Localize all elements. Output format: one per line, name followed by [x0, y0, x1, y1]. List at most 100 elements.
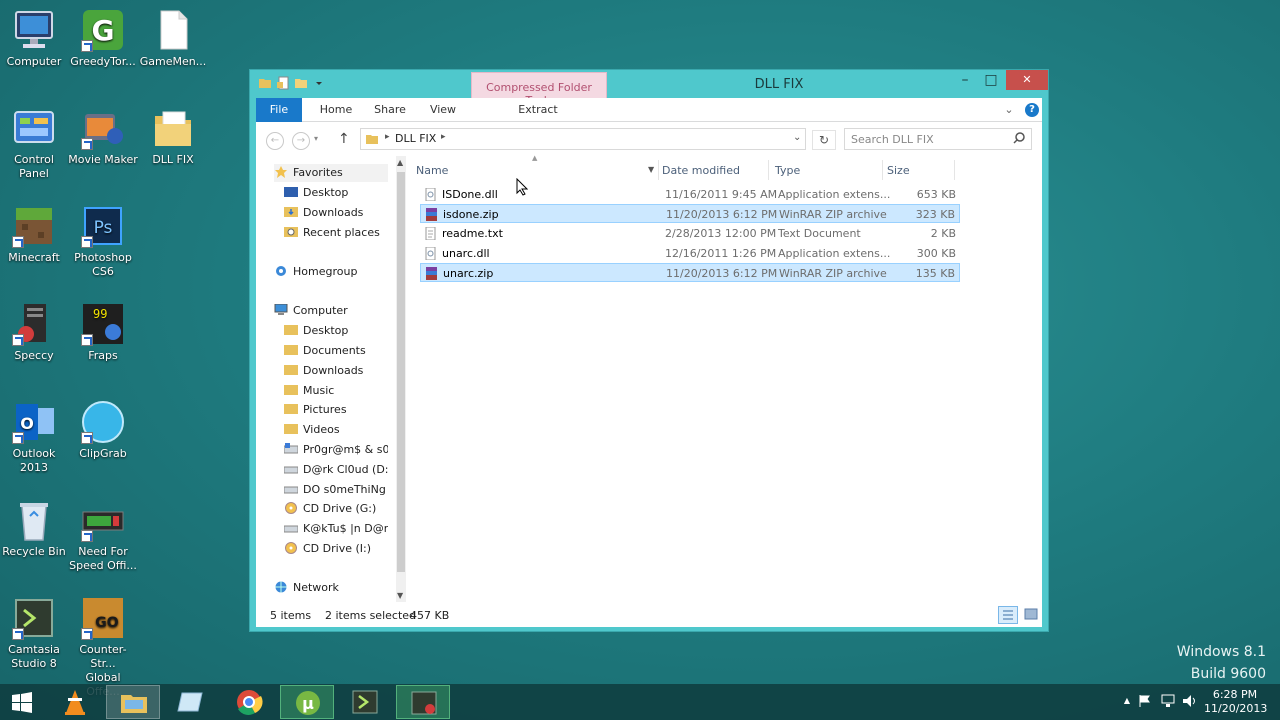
- pictures-folder-icon: [284, 403, 298, 415]
- desktop-icon-dll-fix[interactable]: DLL FIX: [138, 106, 208, 167]
- column-header-size[interactable]: Size: [887, 160, 947, 182]
- scroll-thumb[interactable]: [397, 172, 405, 572]
- breadcrumb-chevron-icon[interactable]: ▸: [441, 132, 446, 142]
- desktop-icon-need-for-speed[interactable]: Need For Speed Offi...: [68, 498, 138, 573]
- expand-ribbon-chevron-icon[interactable]: ⌄: [1000, 98, 1018, 122]
- nav-network[interactable]: Network: [274, 579, 339, 597]
- file-row[interactable]: readme.txt 2/28/2013 12:00 PM Text Docum…: [420, 224, 960, 243]
- search-icon[interactable]: [1013, 132, 1025, 147]
- taskbar-app-button[interactable]: [164, 685, 218, 719]
- nav-computer-desktop[interactable]: Desktop: [284, 322, 348, 340]
- column-dropdown-icon[interactable]: ▼: [648, 165, 654, 174]
- nav-cd-drive[interactable]: CD Drive (I:): [284, 540, 371, 558]
- nav-drive[interactable]: DO s0meThiNg (: [284, 481, 388, 499]
- nav-pictures[interactable]: Pictures: [284, 401, 347, 419]
- tab-extract[interactable]: Extract: [518, 98, 558, 122]
- tab-home[interactable]: Home: [314, 98, 358, 122]
- column-header-name[interactable]: Name: [416, 160, 656, 182]
- nav-computer-downloads[interactable]: Downloads: [284, 362, 363, 380]
- nav-scrollbar[interactable]: ▲ ▼: [396, 156, 406, 602]
- details-view-icon[interactable]: [998, 606, 1018, 624]
- address-dropdown-icon[interactable]: ⌄: [793, 132, 801, 143]
- tab-view[interactable]: View: [422, 98, 464, 122]
- title-bar[interactable]: Compressed Folder Tools DLL FIX – □ ✕: [250, 70, 1048, 122]
- back-button[interactable]: ←: [266, 132, 284, 150]
- desktop-icon-speccy[interactable]: Speccy: [0, 302, 69, 363]
- taskbar-vlc-button[interactable]: [48, 685, 102, 719]
- nav-cd-drive[interactable]: CD Drive (G:): [284, 500, 376, 518]
- large-icons-view-icon[interactable]: [1022, 606, 1040, 624]
- column-separator[interactable]: [882, 160, 883, 180]
- desktop-icon-clipgrab[interactable]: ClipGrab: [68, 400, 138, 461]
- desktop-icon-camtasia[interactable]: Camtasia Studio 8: [0, 596, 69, 671]
- desktop-icon-photoshop[interactable]: Ps Photoshop CS6: [68, 204, 138, 279]
- nav-recent-places[interactable]: Recent places: [284, 224, 380, 242]
- address-box[interactable]: ▸ DLL FIX ▸ ⌄: [360, 128, 806, 150]
- nav-favorites[interactable]: Favorites: [274, 164, 388, 182]
- column-header-type[interactable]: Type: [775, 160, 885, 182]
- nav-desktop[interactable]: Desktop: [284, 184, 348, 202]
- maximize-button[interactable]: □: [978, 70, 1004, 90]
- close-button[interactable]: ✕: [1006, 70, 1048, 90]
- breadcrumb-chevron-icon[interactable]: ▸: [385, 132, 390, 142]
- taskbar-camtasia-button[interactable]: [338, 685, 392, 719]
- nav-homegroup[interactable]: Homegroup: [274, 263, 357, 281]
- taskbar-camtasia-recorder-button[interactable]: [396, 685, 450, 719]
- nav-drive[interactable]: Pr0gr@m$ & s0F: [284, 441, 388, 459]
- breadcrumb-folder[interactable]: DLL FIX: [395, 132, 436, 145]
- explorer-window[interactable]: Compressed Folder Tools DLL FIX – □ ✕ Fi…: [249, 69, 1049, 632]
- taskbar-utorrent-button[interactable]: µ: [280, 685, 334, 719]
- taskbar-chrome-button[interactable]: [222, 685, 276, 719]
- nav-music[interactable]: Music: [284, 382, 334, 400]
- desktop-icon-gamemenu[interactable]: GameMen...: [138, 8, 208, 69]
- clock[interactable]: 6:28 PM 11/20/2013: [1204, 688, 1267, 716]
- nav-videos[interactable]: Videos: [284, 421, 340, 439]
- nav-drive[interactable]: D@rk Cl0ud (D:): [284, 461, 388, 479]
- tab-share[interactable]: Share: [368, 98, 412, 122]
- file-row[interactable]: isdone.zip 11/20/2013 6:12 PM WinRAR ZIP…: [420, 204, 960, 223]
- desktop-icon-control-panel[interactable]: Control Panel: [0, 106, 69, 181]
- network-tray-icon[interactable]: [1160, 694, 1176, 711]
- refresh-icon[interactable]: ↻: [812, 130, 836, 150]
- tab-file[interactable]: File: [256, 98, 302, 122]
- desktop-icon-minecraft[interactable]: Minecraft: [0, 204, 69, 265]
- file-row[interactable]: unarc.dll 12/16/2011 1:26 PM Application…: [420, 244, 960, 263]
- column-separator[interactable]: [658, 160, 659, 180]
- desktop-icon-outlook[interactable]: O Outlook 2013: [0, 400, 69, 475]
- search-input[interactable]: Search DLL FIX: [844, 128, 1032, 150]
- up-button[interactable]: ↑: [338, 131, 350, 147]
- file-row[interactable]: ISDone.dll 11/16/2011 9:45 AM Applicatio…: [420, 185, 960, 204]
- nav-computer[interactable]: Computer: [274, 302, 348, 320]
- taskbar-file-explorer-button[interactable]: [106, 685, 160, 719]
- scroll-down-icon[interactable]: ▼: [397, 591, 403, 600]
- column-header-date[interactable]: Date modified: [662, 160, 772, 182]
- nav-documents[interactable]: Documents: [284, 342, 366, 360]
- column-separator[interactable]: [768, 160, 769, 180]
- desktop-icon-computer[interactable]: Computer: [0, 8, 69, 69]
- show-hidden-icons-icon[interactable]: ▲: [1124, 696, 1130, 705]
- help-icon[interactable]: ?: [1025, 103, 1039, 117]
- recent-locations-chevron-icon[interactable]: ▾: [314, 134, 318, 143]
- navigation-pane[interactable]: Favorites Desktop Downloads Recent place…: [256, 156, 396, 602]
- volume-icon[interactable]: [1182, 694, 1198, 711]
- minimize-button[interactable]: –: [952, 70, 978, 90]
- nav-drive[interactable]: K@kTu$ |n D@rk: [284, 520, 388, 538]
- file-list[interactable]: ▲ Name ▼ Date modified Type Size ISDone.…: [412, 154, 1032, 602]
- desktop-icon-movie-maker[interactable]: Movie Maker: [68, 106, 138, 167]
- utorrent-icon: µ: [296, 691, 320, 715]
- file-row[interactable]: unarc.zip 11/20/2013 6:12 PM WinRAR ZIP …: [420, 263, 960, 282]
- file-name: ISDone.dll: [442, 188, 498, 201]
- action-center-flag-icon[interactable]: [1138, 694, 1152, 711]
- desktop-icon-greedytorrent[interactable]: G GreedyTor...: [68, 8, 138, 69]
- forward-button[interactable]: →: [292, 132, 310, 150]
- scroll-up-icon[interactable]: ▲: [397, 158, 403, 167]
- desktop-icon-label: Need For Speed Offi...: [69, 545, 137, 572]
- start-button[interactable]: [0, 685, 44, 719]
- column-separator[interactable]: [954, 160, 955, 180]
- ribbon-tabs: File Home Share View Extract ⌄ ?: [256, 98, 1042, 122]
- desktop-icon-recycle-bin[interactable]: Recycle Bin: [0, 498, 69, 559]
- svg-text:µ: µ: [302, 694, 314, 713]
- nav-downloads[interactable]: Downloads: [284, 204, 363, 222]
- desktop-icon-fraps[interactable]: 99 Fraps: [68, 302, 138, 363]
- file-type: WinRAR ZIP archive: [779, 208, 887, 221]
